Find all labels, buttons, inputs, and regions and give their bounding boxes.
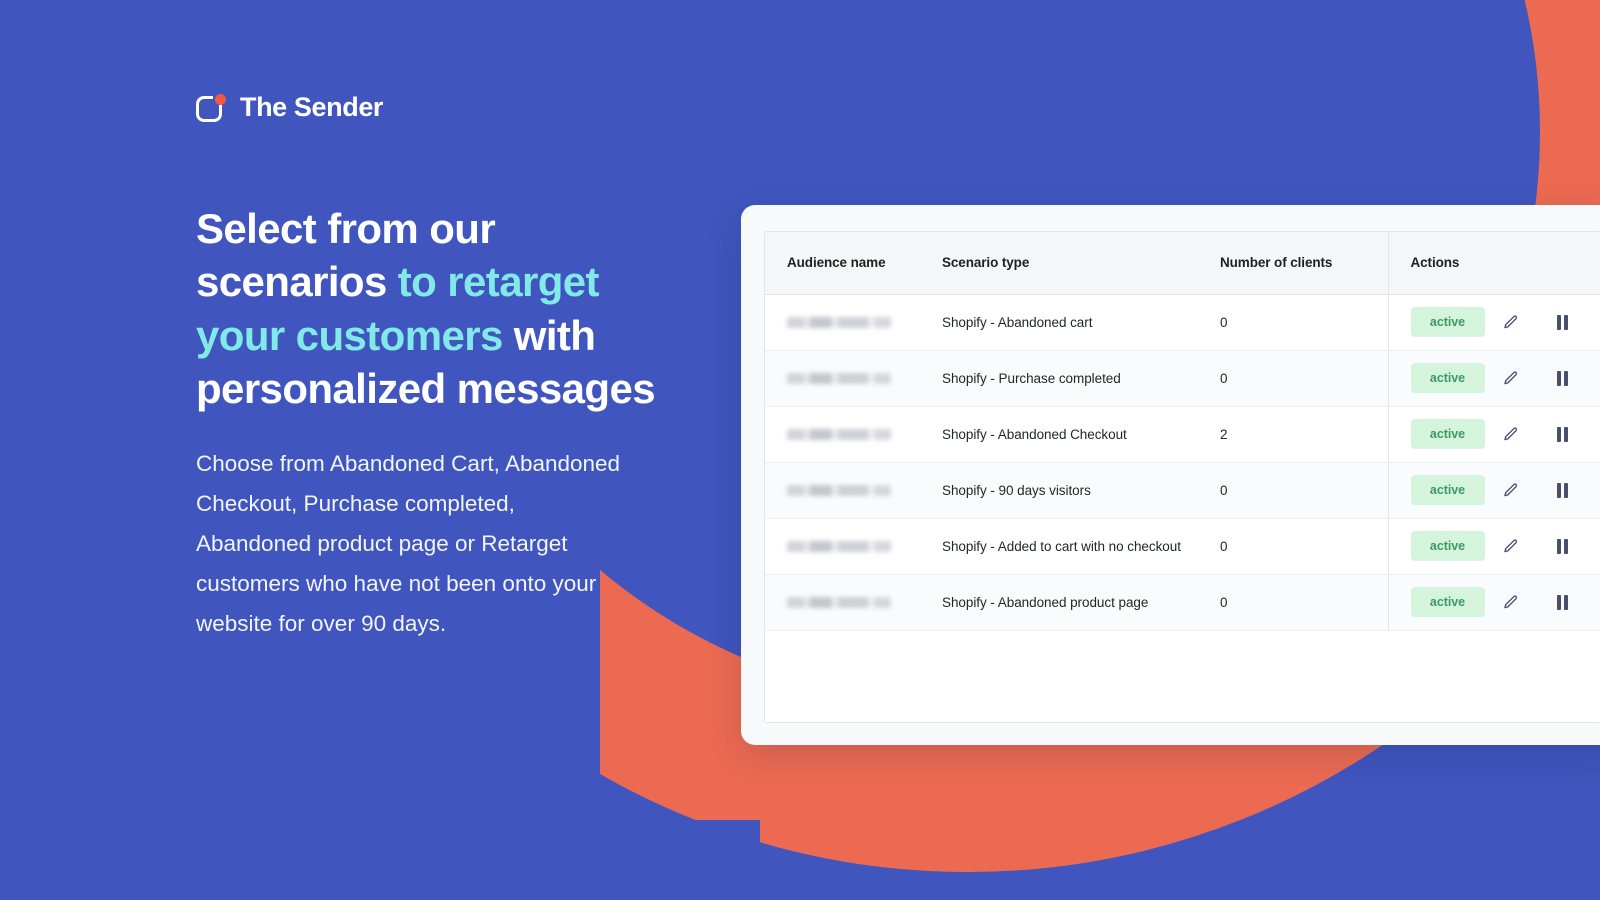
status-badge[interactable]: active (1410, 363, 1485, 393)
brand-logo[interactable]: The Sender (196, 92, 383, 123)
cell-scenario-type: Shopify - Added to cart with no checkout (920, 518, 1198, 575)
status-badge[interactable]: active (1410, 587, 1485, 617)
cell-number-of-clients: 0 (1198, 462, 1388, 519)
pause-button[interactable] (1537, 586, 1589, 618)
status-badge[interactable]: active (1410, 475, 1485, 505)
edit-button[interactable] (1485, 474, 1537, 506)
edit-button[interactable] (1485, 306, 1537, 338)
table-row: Shopify - Added to cart with no checkout… (765, 518, 1600, 575)
cell-actions: active (1387, 574, 1600, 631)
actions-group: active (1410, 586, 1600, 618)
table-row: Shopify - Purchase completed 0 active (765, 350, 1600, 407)
pause-button[interactable] (1537, 530, 1589, 562)
actions-group: active (1410, 418, 1600, 450)
table-body: Shopify - Abandoned cart 0 active Shopify -… (765, 294, 1600, 631)
hero-left-column: The Sender Select from our scenarios to … (0, 0, 720, 900)
pause-icon (1557, 426, 1568, 442)
cell-actions: active (1387, 462, 1600, 519)
cell-scenario-type: Shopify - Abandoned product page (920, 574, 1198, 631)
actions-group: active (1410, 306, 1600, 338)
cell-number-of-clients: 0 (1198, 350, 1388, 407)
cell-audience-name (765, 350, 920, 407)
pause-icon (1557, 482, 1568, 498)
table-row: Shopify - Abandoned cart 0 active (765, 294, 1600, 351)
cell-scenario-type: Shopify - Purchase completed (920, 350, 1198, 407)
edit-button[interactable] (1485, 418, 1537, 450)
cell-audience-name (765, 294, 920, 351)
pencil-icon (1504, 314, 1518, 328)
actions-group: active (1410, 530, 1600, 562)
pause-icon (1557, 314, 1568, 330)
table-header-row: Audience name Scenario type Number of cl… (765, 232, 1600, 295)
cell-audience-name (765, 574, 920, 631)
actions-group: active (1410, 474, 1600, 506)
redacted-audience-name (787, 541, 891, 553)
pause-icon (1557, 538, 1568, 554)
pencil-icon (1504, 594, 1518, 608)
table-row: Shopify - Abandoned product page 0 active (765, 574, 1600, 631)
redacted-audience-name (787, 373, 891, 385)
column-header-audience-name[interactable]: Audience name (765, 232, 920, 295)
pencil-icon (1504, 538, 1518, 552)
scenarios-card: Audience name Scenario type Number of cl… (741, 205, 1600, 745)
scenarios-table-container: Audience name Scenario type Number of cl… (764, 231, 1600, 723)
status-badge[interactable]: active (1410, 531, 1485, 561)
scenarios-table: Audience name Scenario type Number of cl… (765, 232, 1600, 631)
cell-scenario-type: Shopify - Abandoned cart (920, 294, 1198, 351)
hero-description: Choose from Abandoned Cart, Abandoned Ch… (196, 451, 621, 637)
cell-number-of-clients: 0 (1198, 518, 1388, 575)
cell-actions: active (1387, 294, 1600, 351)
pencil-icon (1504, 370, 1518, 384)
column-header-scenario-type[interactable]: Scenario type (920, 232, 1198, 295)
pause-icon (1557, 370, 1568, 386)
pause-button[interactable] (1537, 418, 1589, 450)
pause-button[interactable] (1537, 362, 1589, 394)
actions-group: active (1410, 362, 1600, 394)
cell-scenario-type: Shopify - 90 days visitors (920, 462, 1198, 519)
cell-audience-name (765, 462, 920, 519)
status-badge[interactable]: active (1410, 419, 1485, 449)
cell-number-of-clients: 2 (1198, 406, 1388, 463)
page-title: Select from our scenarios to retarget yo… (196, 202, 696, 415)
edit-button[interactable] (1485, 362, 1537, 394)
pause-icon (1557, 594, 1568, 610)
column-header-actions: Actions (1387, 232, 1600, 295)
cell-number-of-clients: 0 (1198, 574, 1388, 631)
cell-actions: active (1387, 350, 1600, 407)
cell-scenario-type: Shopify - Abandoned Checkout (920, 406, 1198, 463)
cell-audience-name (765, 518, 920, 575)
cell-number-of-clients: 0 (1198, 294, 1388, 351)
pause-button[interactable] (1537, 306, 1589, 338)
pencil-icon (1504, 426, 1518, 440)
table-empty-area (765, 630, 1600, 722)
redacted-audience-name (787, 485, 891, 497)
cell-audience-name (765, 406, 920, 463)
pause-button[interactable] (1537, 474, 1589, 506)
cell-actions: active (1387, 406, 1600, 463)
column-header-number-of-clients[interactable]: Number of clients (1198, 232, 1388, 295)
brand-name: The Sender (240, 92, 384, 122)
cell-actions: active (1387, 518, 1600, 575)
redacted-audience-name (787, 597, 891, 609)
table-header: Audience name Scenario type Number of cl… (765, 232, 1600, 295)
table-row: Shopify - Abandoned Checkout 2 active (765, 406, 1600, 463)
table-row: Shopify - 90 days visitors 0 active (765, 462, 1600, 519)
redacted-audience-name (787, 317, 891, 329)
sender-square-dot-icon (196, 92, 227, 123)
edit-button[interactable] (1485, 530, 1537, 562)
status-badge[interactable]: active (1410, 307, 1485, 337)
pencil-icon (1504, 482, 1518, 496)
redacted-audience-name (787, 429, 891, 441)
edit-button[interactable] (1485, 586, 1537, 618)
